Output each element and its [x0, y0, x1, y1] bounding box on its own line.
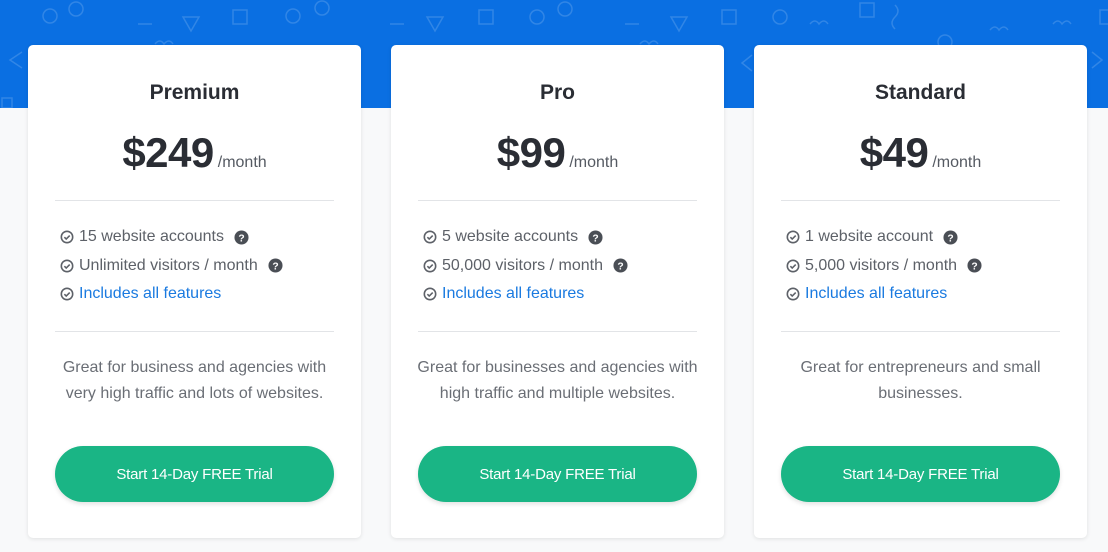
all-features-link[interactable]: Includes all features: [442, 285, 584, 303]
feature-list: 15 website accounts ? Unlimited visitors…: [60, 223, 283, 309]
plan-period: /month: [569, 154, 619, 171]
plan-period: /month: [932, 154, 982, 171]
feature-text: 5,000 visitors / month: [805, 256, 958, 274]
plan-price: $249: [122, 129, 214, 176]
feature-item: Includes all features: [60, 280, 283, 309]
divider: [418, 331, 697, 332]
plan-description: Great for business and agencies with ver…: [62, 359, 327, 402]
svg-text:?: ?: [238, 233, 244, 244]
price-row: $249/month: [28, 129, 361, 177]
plan-description: Great for entrepreneurs and small busine…: [800, 359, 1041, 402]
check-circle-icon: [423, 259, 437, 273]
pricing-card-standard: Standard $49/month 1 website account ? 5…: [754, 45, 1087, 538]
svg-text:?: ?: [947, 233, 953, 244]
feature-item: 5,000 visitors / month ?: [786, 252, 982, 281]
question-circle-icon[interactable]: ?: [613, 258, 628, 273]
feature-text: 50,000 visitors / month: [442, 256, 603, 274]
feature-item: 5 website accounts ?: [423, 223, 628, 252]
divider: [55, 200, 334, 201]
plan-period: /month: [217, 154, 267, 171]
feature-text: 5 website accounts: [442, 228, 579, 246]
feature-item: Includes all features: [423, 280, 628, 309]
divider: [781, 200, 1060, 201]
check-circle-icon: [60, 287, 74, 301]
feature-item: Includes all features: [786, 280, 982, 309]
svg-text:?: ?: [592, 233, 598, 244]
plan-description: Great for businesses and agencies with h…: [417, 359, 698, 402]
start-trial-button[interactable]: Start 14-Day FREE Trial: [418, 446, 697, 502]
feature-text: 1 website account: [805, 228, 934, 246]
divider: [55, 331, 334, 332]
check-circle-icon: [786, 287, 800, 301]
check-circle-icon: [786, 259, 800, 273]
question-circle-icon[interactable]: ?: [234, 230, 249, 245]
pricing-card-pro: Pro $99/month 5 website accounts ? 50,00…: [391, 45, 724, 538]
plan-price: $99: [496, 129, 566, 176]
feature-item: Unlimited visitors / month ?: [60, 252, 283, 281]
start-trial-button[interactable]: Start 14-Day FREE Trial: [55, 446, 334, 502]
plan-name: Premium: [149, 81, 240, 104]
check-circle-icon: [423, 230, 437, 244]
plan-price: $49: [859, 129, 929, 176]
pricing-card-premium: Premium $249/month 15 website accounts ?…: [28, 45, 361, 538]
svg-text:?: ?: [971, 262, 977, 273]
feature-item: 15 website accounts ?: [60, 223, 283, 252]
divider: [418, 200, 697, 201]
svg-text:?: ?: [617, 262, 623, 273]
check-circle-icon: [60, 259, 74, 273]
price-row: $99/month: [391, 129, 724, 177]
question-circle-icon[interactable]: ?: [588, 230, 603, 245]
price-row: $49/month: [754, 129, 1087, 177]
plan-name: Pro: [539, 81, 575, 104]
feature-text: 15 website accounts: [79, 228, 224, 246]
check-circle-icon: [423, 287, 437, 301]
question-circle-icon[interactable]: ?: [967, 258, 982, 273]
feature-list: 5 website accounts ? 50,000 visitors / m…: [423, 223, 628, 309]
feature-text: Unlimited visitors / month: [79, 256, 258, 274]
check-circle-icon: [786, 230, 800, 244]
svg-text:?: ?: [272, 262, 278, 273]
divider: [781, 331, 1060, 332]
check-circle-icon: [60, 230, 74, 244]
question-circle-icon[interactable]: ?: [268, 258, 283, 273]
plan-name: Standard: [874, 81, 966, 104]
feature-item: 50,000 visitors / month ?: [423, 252, 628, 281]
feature-item: 1 website account ?: [786, 223, 982, 252]
all-features-link[interactable]: Includes all features: [805, 285, 947, 303]
start-trial-button[interactable]: Start 14-Day FREE Trial: [781, 446, 1060, 502]
feature-list: 1 website account ? 5,000 visitors / mon…: [786, 223, 982, 309]
all-features-link[interactable]: Includes all features: [79, 285, 221, 303]
question-circle-icon[interactable]: ?: [943, 230, 958, 245]
